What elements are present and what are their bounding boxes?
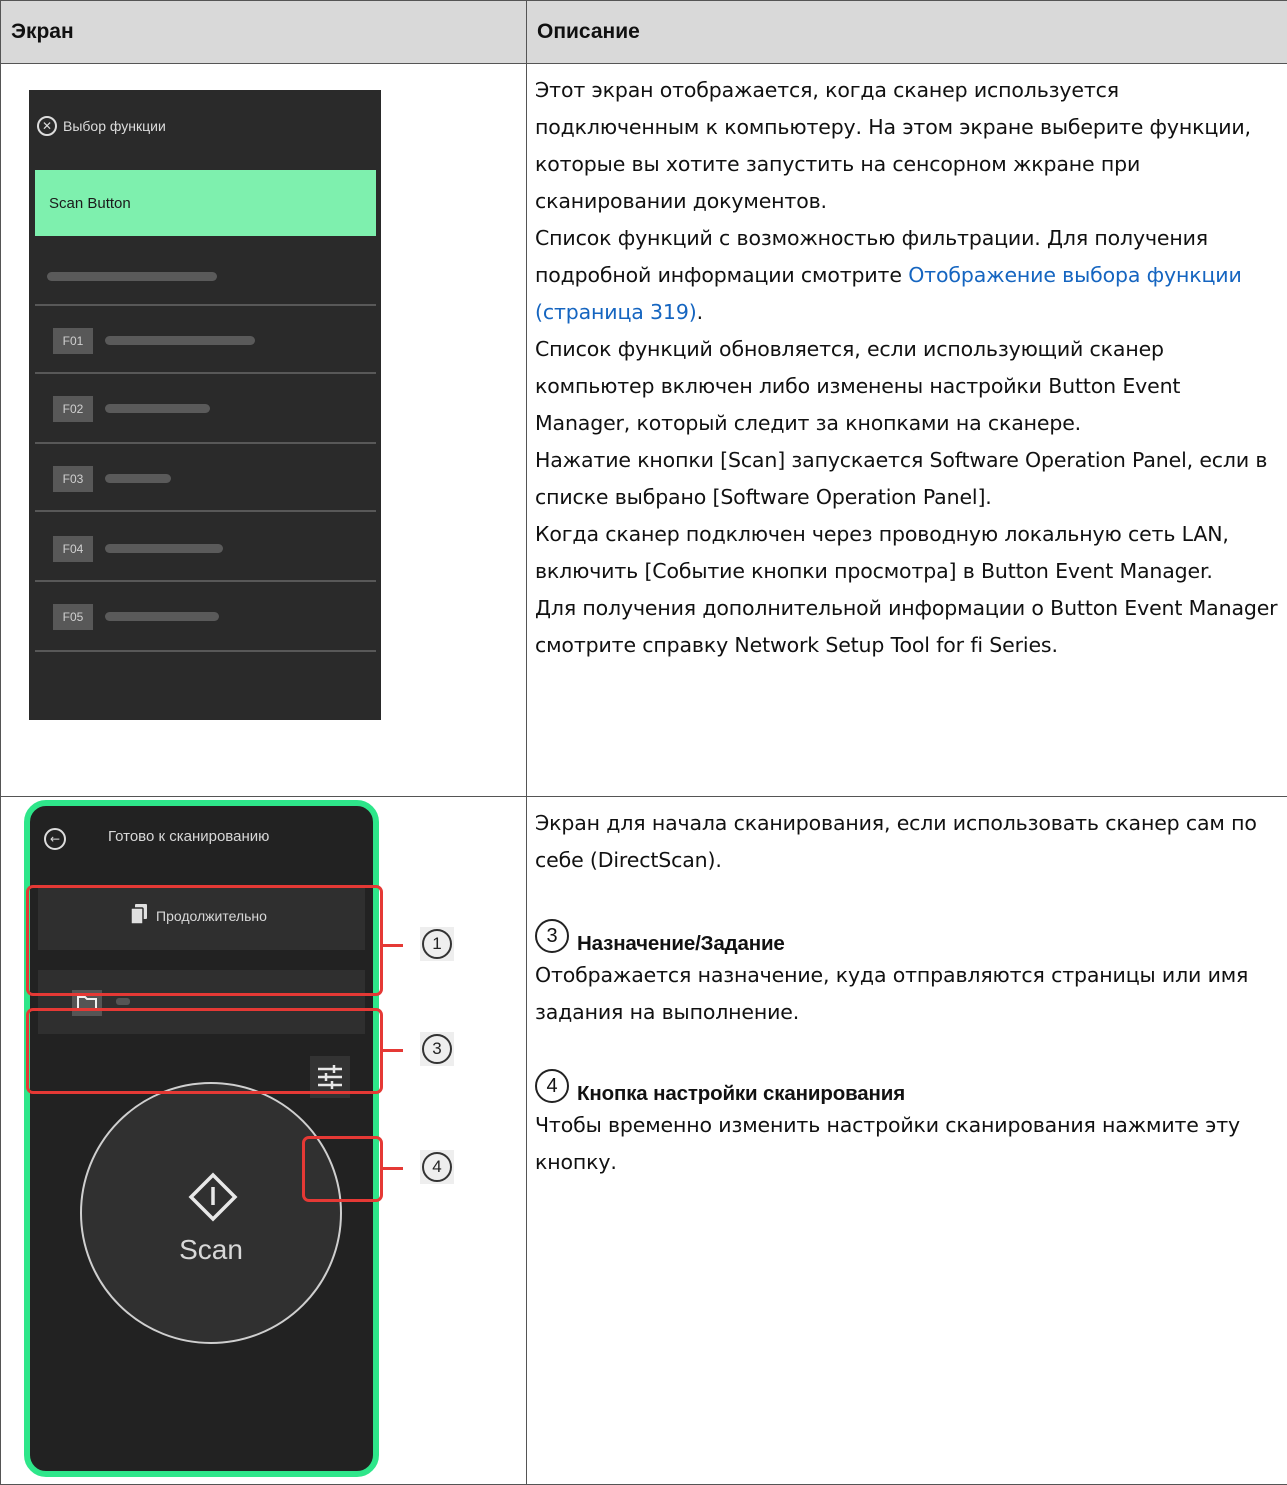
description-cell: Этот экран отображается, когда сканер ис… bbox=[527, 64, 1287, 797]
selected-function-item: Scan Button bbox=[35, 170, 376, 236]
table-header-row: Экран Описание bbox=[1, 1, 1287, 64]
header-description: Описание bbox=[527, 1, 1287, 64]
close-icon: ✕ bbox=[37, 116, 57, 136]
item-text: Чтобы временно изменить настройки сканир… bbox=[535, 1107, 1281, 1181]
blurred-item-label bbox=[105, 544, 223, 553]
item-title: Назначение/Задание bbox=[577, 931, 785, 957]
scan-button: Scan bbox=[80, 1082, 342, 1344]
screen-title: Готово к сканированию bbox=[108, 828, 269, 845]
description-intro: Экран для начала сканирования, если испо… bbox=[535, 805, 1281, 879]
blurred-destination-label bbox=[116, 998, 130, 1005]
callout-frame bbox=[302, 1136, 383, 1202]
callout-number: 4 bbox=[420, 1150, 454, 1184]
blurred-item-label bbox=[105, 336, 255, 345]
description-paragraph: Для получения дополнительной информации … bbox=[535, 590, 1281, 664]
callout-frame bbox=[26, 885, 383, 996]
blurred-item-label bbox=[105, 474, 171, 483]
callout-leader bbox=[383, 1167, 403, 1170]
description-paragraph: Нажатие кнопки [Scan] запускается Softwa… bbox=[535, 442, 1281, 516]
blurred-item-label bbox=[105, 404, 210, 413]
description-paragraph: Список функций с возможностью фильтрации… bbox=[535, 220, 1281, 331]
function-key-badge: F03 bbox=[53, 466, 93, 492]
callout-leader bbox=[383, 944, 403, 947]
back-arrow-icon: ← bbox=[44, 828, 66, 850]
divider bbox=[35, 580, 376, 582]
blurred-item-label bbox=[47, 272, 217, 281]
header-screen: Экран bbox=[1, 1, 527, 64]
divider bbox=[35, 442, 376, 444]
item-heading: 3 Назначение/Задание bbox=[535, 919, 1281, 957]
callout-frame bbox=[26, 1008, 383, 1094]
divider bbox=[35, 304, 376, 306]
function-key-badge: F04 bbox=[53, 536, 93, 562]
blurred-item-label bbox=[105, 612, 219, 621]
function-key-badge: F05 bbox=[53, 604, 93, 630]
description-cell: Экран для начала сканирования, если испо… bbox=[527, 797, 1287, 1485]
callout-number: 3 bbox=[420, 1032, 454, 1066]
divider bbox=[35, 372, 376, 374]
divider bbox=[35, 510, 376, 512]
description-paragraph: Когда сканер подключен через проводную л… bbox=[535, 516, 1281, 590]
item-heading: 4 Кнопка настройки сканирования bbox=[535, 1069, 1281, 1107]
circled-number: 3 bbox=[535, 919, 569, 953]
callout-number: 1 bbox=[420, 927, 454, 961]
circled-number: 4 bbox=[535, 1069, 569, 1103]
function-key-badge: F02 bbox=[53, 396, 93, 422]
description-paragraph: Список функций обновляется, если использ… bbox=[535, 331, 1281, 442]
divider bbox=[35, 650, 376, 652]
function-selection-screenshot: ✕ Выбор функции Scan Button F01 F02 F03 … bbox=[29, 90, 381, 720]
item-title: Кнопка настройки сканирования bbox=[577, 1081, 905, 1107]
screen-header: ✕ Выбор функции bbox=[37, 116, 166, 136]
callout-leader bbox=[383, 1049, 403, 1052]
function-key-badge: F01 bbox=[53, 328, 93, 354]
description-paragraph: Этот экран отображается, когда сканер ис… bbox=[535, 72, 1281, 220]
item-text: Отображается назначение, куда отправляют… bbox=[535, 957, 1281, 1031]
scan-start-icon bbox=[188, 1172, 238, 1222]
scan-label: Scan bbox=[82, 1234, 340, 1266]
screen-title: Выбор функции bbox=[63, 118, 166, 134]
